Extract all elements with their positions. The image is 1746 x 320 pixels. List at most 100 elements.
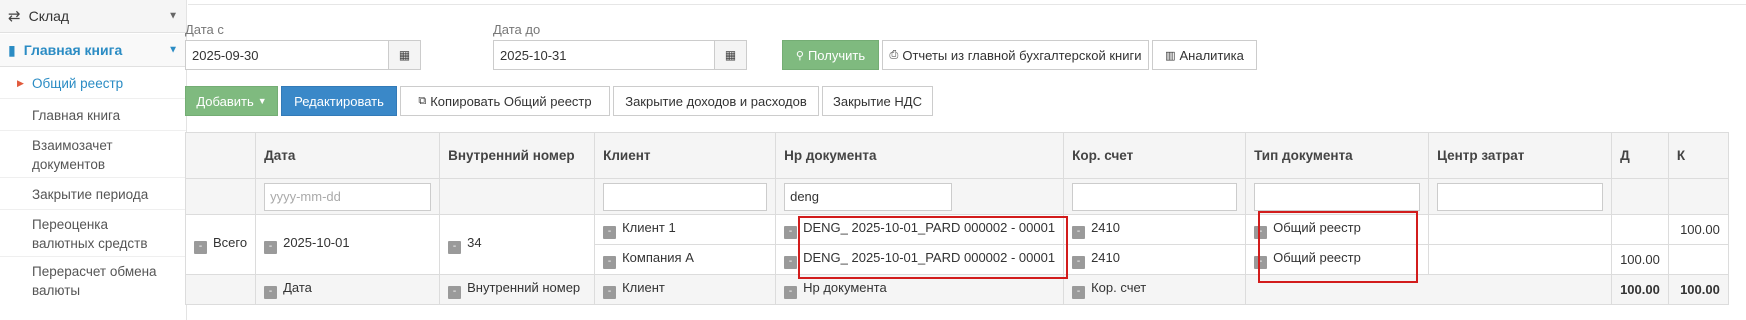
analytics-button[interactable]: ▥ Аналитика [1152, 40, 1257, 70]
footer-account-cell[interactable]: - Кор. счет [1063, 274, 1247, 305]
sidebar-item-label: Склад [28, 8, 70, 24]
highlight-doc-type [1258, 211, 1418, 283]
add-button-label: Добавить [196, 93, 254, 109]
account-filter-input[interactable] [1072, 182, 1238, 211]
client-cell[interactable]: - Клиент 1 [594, 214, 777, 245]
sidebar-item-warehouse[interactable]: ⇄ Склад ▼ [0, 0, 186, 33]
column-header-group [184, 132, 257, 179]
add-button[interactable]: Добавить ▼ [185, 86, 278, 116]
search-icon: ⚲ [795, 49, 804, 62]
sidebar-item-document-offset[interactable]: Взаимозачет документов [0, 132, 186, 178]
sidebar-item-general-ledger[interactable]: Главная книга [0, 100, 186, 131]
edit-button[interactable]: Редактировать [281, 86, 397, 116]
debit-total-cell: 100.00 [1611, 274, 1669, 305]
column-header-cost-center[interactable]: Центр затрат [1428, 132, 1613, 179]
date-filter-input[interactable]: yyyy-mm-dd [264, 182, 432, 211]
reports-button[interactable]: ⎙ Отчеты из главной бухгалтерской книги [882, 40, 1149, 70]
credit-cell [1667, 244, 1729, 275]
collapse-icon[interactable]: - [264, 241, 278, 254]
sidebar-item-general-register[interactable]: ▶ Общий реестр [0, 68, 186, 99]
sidebar-item-label: Закрытие периода [32, 186, 149, 202]
footer-internal-number-cell[interactable]: - Внутренний номер [439, 274, 596, 305]
transfer-icon: ⇄ [8, 8, 21, 25]
highlight-doc-number [798, 216, 1068, 279]
sidebar: ⇄ Склад ▼ ▮ Главная книга ▼ ▶ Общий реес… [0, 0, 187, 320]
print-icon: ⎙ [889, 48, 899, 61]
doc-type-filter-input[interactable] [1254, 182, 1421, 211]
collapse-icon[interactable]: - [784, 256, 798, 269]
caret-right-icon: ▶ [17, 77, 24, 88]
table-header-row: Дата Внутренний номер Клиент Нр документ… [184, 132, 1729, 179]
analytics-button-label: Аналитика [1179, 47, 1244, 63]
collapse-icon[interactable]: - [194, 241, 207, 254]
group-date-cell[interactable]: -2025-10-01 [255, 214, 441, 275]
close-vat-button-label: Закрытие НДС [833, 93, 922, 109]
group-internal-number-cell[interactable]: -34 [439, 214, 596, 275]
footer-client-cell[interactable]: - Клиент [594, 274, 777, 305]
group-total-cell[interactable]: - Всего [184, 214, 257, 275]
collapse-icon[interactable]: - [448, 286, 462, 299]
close-vat-button[interactable]: Закрытие НДС [822, 86, 933, 116]
book-icon: ▮ [8, 41, 16, 58]
collapse-icon[interactable]: - [784, 226, 798, 239]
chevron-down-icon: ▼ [168, 44, 178, 56]
column-header-date[interactable]: Дата [255, 132, 441, 179]
column-header-debit[interactable]: Д [1611, 132, 1669, 179]
column-header-credit[interactable]: К [1667, 132, 1729, 179]
account-cell[interactable]: -2410 [1063, 244, 1247, 275]
column-header-internal-number[interactable]: Внутренний номер [439, 132, 596, 179]
column-header-account[interactable]: Кор. счет [1063, 132, 1247, 179]
sidebar-item-label: Общий реестр [32, 75, 124, 91]
caret-down-icon: ▼ [257, 96, 267, 106]
date-to-value: 2025-10-31 [500, 47, 567, 63]
collapse-icon[interactable]: - [603, 226, 617, 239]
date-from-label: Дата с [185, 22, 224, 37]
bar-chart-icon: ▥ [1165, 49, 1176, 62]
date-from-value: 2025-09-30 [192, 47, 259, 63]
main-content: Дата с 2025-09-30 ▦ Дата до 2025-10-31 ▦… [184, 0, 1746, 320]
footer-date-cell[interactable]: - Дата [255, 274, 441, 305]
sidebar-section-label: Главная книга [23, 42, 123, 58]
collapse-icon[interactable]: - [1072, 286, 1086, 299]
sidebar-item-label: Переоценка валютных средств [32, 216, 148, 251]
debit-cell: 100.00 [1611, 244, 1669, 275]
top-divider [188, 0, 1746, 5]
date-to-label: Дата до [493, 22, 541, 37]
client-cell[interactable]: - Компания А [594, 244, 777, 275]
collapse-icon[interactable]: - [264, 286, 278, 299]
table-footer-row: - Дата - Внутренний номер - Клиент - Нр доку… [184, 274, 1729, 305]
collapse-icon[interactable]: - [784, 286, 798, 299]
sidebar-item-label: Взаимозачет документов [32, 137, 113, 172]
sidebar-item-label: Главная книга [32, 107, 121, 123]
sidebar-item-period-close[interactable]: Закрытие периода [0, 179, 186, 210]
chevron-down-icon: ▼ [168, 10, 178, 22]
collapse-icon[interactable]: - [1072, 226, 1086, 239]
collapse-icon[interactable]: - [448, 241, 462, 254]
get-button[interactable]: ⚲ Получить [782, 40, 879, 70]
column-header-doc-number[interactable]: Нр документа [775, 132, 1065, 179]
close-income-button-label: Закрытие доходов и расходов [625, 93, 807, 109]
collapse-icon[interactable]: - [603, 256, 617, 269]
client-filter-input[interactable] [603, 182, 768, 211]
column-header-doc-type[interactable]: Тип документа [1245, 132, 1430, 179]
footer-doc-number-cell[interactable]: - Нр документа [775, 274, 1065, 305]
calendar-icon[interactable]: ▦ [714, 41, 746, 69]
collapse-icon[interactable]: - [603, 286, 617, 299]
sidebar-item-exchange-recalc[interactable]: Перерасчет обмена валюты [0, 258, 186, 304]
sidebar-item-currency-revaluation[interactable]: Переоценка валютных средств [0, 211, 186, 257]
date-to-field[interactable]: 2025-10-31 ▦ [493, 40, 747, 70]
debit-cell [1611, 214, 1669, 245]
credit-cell: 100.00 [1667, 214, 1729, 245]
cost-center-filter-input[interactable] [1437, 182, 1604, 211]
copy-register-button[interactable]: ⧉ Копировать Общий реестр [400, 86, 610, 116]
doc-number-filter-input[interactable]: deng [784, 182, 953, 211]
collapse-icon[interactable]: - [1072, 256, 1086, 269]
sidebar-section-general-ledger[interactable]: ▮ Главная книга ▼ [0, 34, 186, 67]
date-from-field[interactable]: 2025-09-30 ▦ [185, 40, 421, 70]
close-income-button[interactable]: Закрытие доходов и расходов [613, 86, 819, 116]
calendar-icon[interactable]: ▦ [388, 41, 420, 69]
cost-center-cell [1428, 214, 1613, 245]
cost-center-cell [1428, 244, 1613, 275]
column-header-client[interactable]: Клиент [594, 132, 777, 179]
account-cell[interactable]: -2410 [1063, 214, 1247, 245]
